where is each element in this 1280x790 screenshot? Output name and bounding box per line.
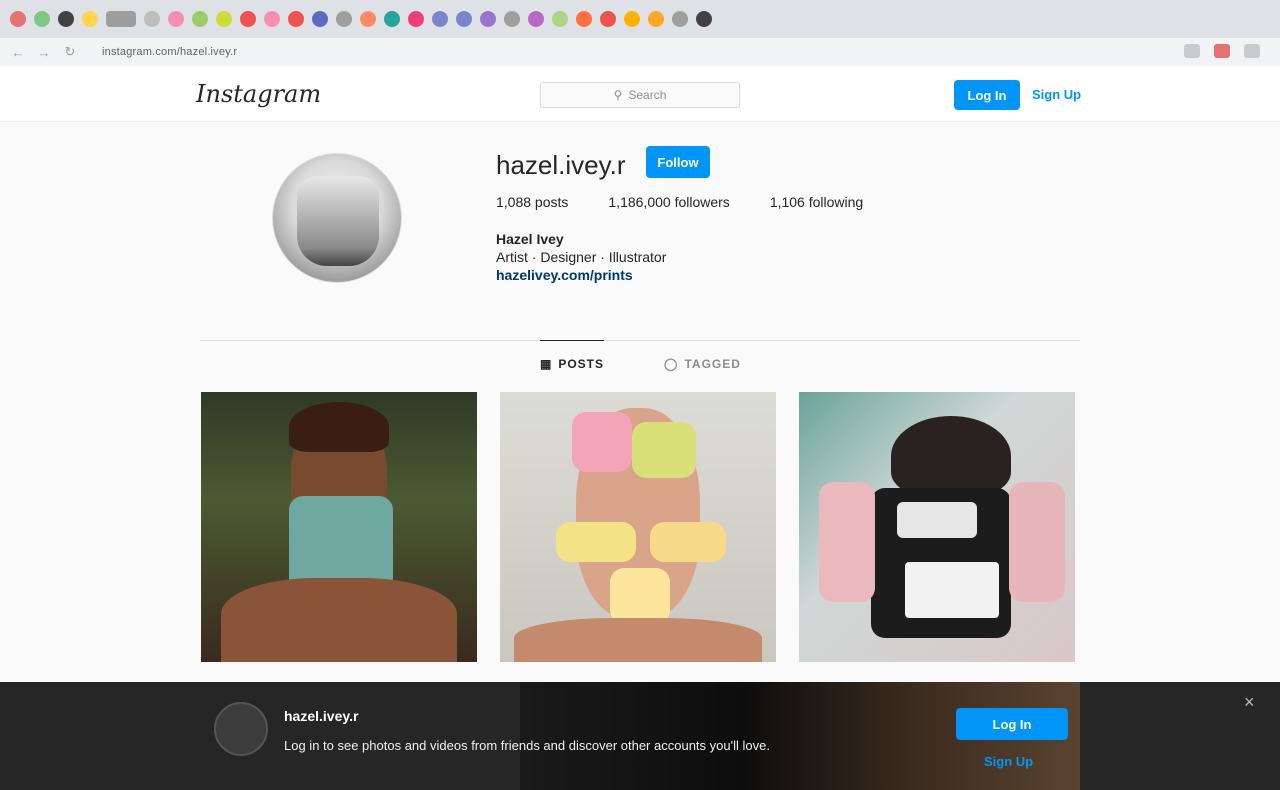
post-image-hair xyxy=(891,416,1011,496)
browser-tab-favicon-icon[interactable] xyxy=(552,11,568,27)
profile-full-name: Hazel Ivey xyxy=(496,231,564,247)
posts-count: 1,088 posts xyxy=(496,194,569,210)
browser-address-bar: ← → ↻ instagram.com/hazel.ivey.r xyxy=(0,38,1280,66)
browser-tab-favicon-icon[interactable] xyxy=(456,11,472,27)
banner-avatar xyxy=(214,702,268,756)
browser-tab-favicon-icon[interactable] xyxy=(34,11,50,27)
signup-link[interactable]: Sign Up xyxy=(1032,87,1081,102)
profile-category: Artist · Designer · Illustrator xyxy=(496,249,667,265)
followers-count[interactable]: 1,186,000 followers xyxy=(608,194,729,210)
profile-stats: 1,088 posts 1,186,000 followers 1,106 fo… xyxy=(496,194,863,210)
browser-tab-favicon-icon[interactable] xyxy=(216,11,232,27)
forward-icon[interactable]: → xyxy=(36,44,52,60)
browser-tab-bar xyxy=(0,0,1280,38)
extension-icon[interactable] xyxy=(1214,44,1230,58)
post-image-note xyxy=(650,522,726,562)
post-image-hand xyxy=(819,482,875,602)
profile-tabs: ▦ POSTS ◯ TAGGED xyxy=(540,340,741,371)
extension-icon[interactable] xyxy=(1184,44,1200,58)
post-image-body xyxy=(221,578,457,662)
browser-tab-favicon-icon[interactable] xyxy=(106,11,136,27)
post-image-note xyxy=(610,568,670,624)
tab-tagged-label: TAGGED xyxy=(684,356,741,371)
browser-tab-favicon-icon[interactable] xyxy=(432,11,448,27)
post-image-label xyxy=(897,502,977,538)
url-field[interactable]: instagram.com/hazel.ivey.r xyxy=(102,46,237,58)
browser-tab-favicon-icon[interactable] xyxy=(504,11,520,27)
post-image-body xyxy=(514,618,762,662)
instagram-logo[interactable]: Instagram xyxy=(196,80,321,108)
post-image-note xyxy=(632,422,696,478)
banner-signup-link[interactable]: Sign Up xyxy=(984,754,1033,769)
profile-link[interactable]: hazelivey.com/prints xyxy=(496,266,666,284)
login-button[interactable]: Log In xyxy=(954,80,1020,110)
post-image-note xyxy=(572,412,632,472)
profile-bio: Hazel Ivey Artist · Designer · Illustrat… xyxy=(496,230,666,284)
post-image-label xyxy=(905,562,999,618)
reload-icon[interactable]: ↻ xyxy=(62,44,78,60)
following-count[interactable]: 1,106 following xyxy=(770,194,863,210)
back-icon[interactable]: ← xyxy=(10,44,26,60)
post-thumbnail[interactable] xyxy=(500,392,776,662)
post-thumbnail[interactable] xyxy=(201,392,477,662)
browser-tab-favicon-icon[interactable] xyxy=(528,11,544,27)
browser-tab-favicon-icon[interactable] xyxy=(312,11,328,27)
instagram-header: Instagram ⚲ Search Log In Sign Up xyxy=(0,66,1280,122)
search-icon: ⚲ xyxy=(613,88,623,102)
browser-tab-favicon-icon[interactable] xyxy=(192,11,208,27)
browser-tab-favicon-icon[interactable] xyxy=(58,11,74,27)
browser-tab-favicon-icon[interactable] xyxy=(648,11,664,27)
post-thumbnail[interactable] xyxy=(799,392,1075,662)
browser-tab-favicon-icon[interactable] xyxy=(576,11,592,27)
search-input[interactable]: ⚲ Search xyxy=(540,82,740,108)
browser-tab-favicon-icon[interactable] xyxy=(264,11,280,27)
tag-icon: ◯ xyxy=(664,356,679,371)
avatar-image xyxy=(297,176,379,266)
banner-login-button[interactable]: Log In xyxy=(956,708,1068,740)
profile-icon[interactable] xyxy=(1244,44,1260,58)
browser-tab-favicon-icon[interactable] xyxy=(672,11,688,27)
tab-posts[interactable]: ▦ POSTS xyxy=(540,340,605,371)
browser-tab-favicon-icon[interactable] xyxy=(384,11,400,27)
browser-tab-favicon-icon[interactable] xyxy=(480,11,496,27)
browser-tab-favicon-icon[interactable] xyxy=(10,11,26,27)
profile-avatar[interactable] xyxy=(272,153,402,283)
browser-tab-favicon-icon[interactable] xyxy=(696,11,712,27)
browser-tab-favicon-icon[interactable] xyxy=(408,11,424,27)
post-image-hand xyxy=(1009,482,1065,602)
tab-tagged[interactable]: ◯ TAGGED xyxy=(664,340,741,371)
browser-tab-favicon-icon[interactable] xyxy=(336,11,352,27)
browser-tab-favicon-icon[interactable] xyxy=(360,11,376,27)
close-icon[interactable]: × xyxy=(1244,692,1255,713)
browser-tab-favicon-icon[interactable] xyxy=(168,11,184,27)
banner-title: hazel.ivey.r xyxy=(284,708,359,724)
follow-button[interactable]: Follow xyxy=(646,146,710,178)
browser-tab-favicon-icon[interactable] xyxy=(600,11,616,27)
post-image-note xyxy=(556,522,636,562)
login-banner: hazel.ivey.r Log in to see photos and vi… xyxy=(0,682,1280,790)
search-placeholder: Search xyxy=(628,88,667,102)
browser-tab-favicon-icon[interactable] xyxy=(624,11,640,27)
tab-posts-label: POSTS xyxy=(558,357,605,371)
post-image-hair xyxy=(289,402,389,452)
profile-username: hazel.ivey.r xyxy=(496,150,626,180)
browser-tab-favicon-icon[interactable] xyxy=(144,11,160,27)
banner-text: Log in to see photos and videos from fri… xyxy=(284,738,770,753)
grid-icon: ▦ xyxy=(540,357,553,371)
browser-tab-favicon-icon[interactable] xyxy=(240,11,256,27)
browser-tab-favicon-icon[interactable] xyxy=(288,11,304,27)
browser-tab-favicon-icon[interactable] xyxy=(82,11,98,27)
